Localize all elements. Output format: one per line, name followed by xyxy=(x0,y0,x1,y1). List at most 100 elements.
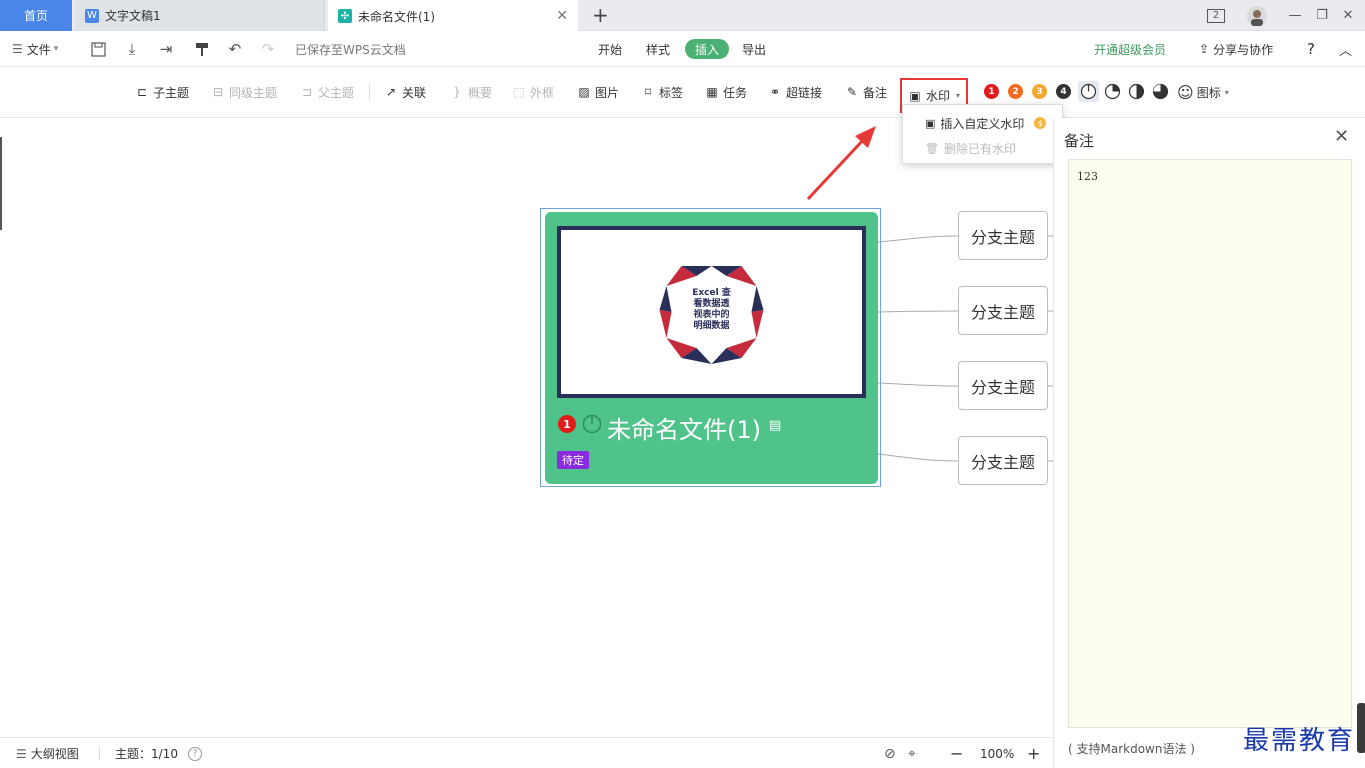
hyperlink-button[interactable]: ⚭ 超链接 xyxy=(768,81,822,103)
help-icon[interactable]: ? xyxy=(1307,31,1315,67)
note-button[interactable]: ✎ 备注 xyxy=(845,81,887,103)
tab-mindmap-label: 未命名文件(1) xyxy=(358,9,435,24)
menu-export[interactable]: 导出 xyxy=(742,31,766,67)
tab-home-label: 首页 xyxy=(23,9,48,23)
restore-icon[interactable]: ❐ xyxy=(1312,0,1332,31)
zoom-in-button[interactable]: + xyxy=(1027,738,1040,768)
chevron-down-icon: ▾ xyxy=(53,44,59,54)
branch-topic[interactable]: 分支主题 xyxy=(958,436,1048,485)
label-button[interactable]: ⌑ 标签 xyxy=(641,81,683,103)
boundary-button[interactable]: ⬚ 外框 xyxy=(512,81,554,103)
image-caption-line: Excel 查 xyxy=(692,288,731,298)
root-topic-image[interactable]: Excel 查 看数据透 视表中的 明细数据 xyxy=(557,226,866,398)
bookmark-icon: ⌑ xyxy=(644,85,652,99)
menu-insert[interactable]: 插入 xyxy=(685,39,730,59)
outline-view-button[interactable]: ☰ 大纲视图 xyxy=(16,738,79,768)
progress-50-icon[interactable] xyxy=(1128,83,1145,100)
minimize-icon[interactable]: — xyxy=(1285,0,1305,31)
summary-button[interactable]: } 概要 xyxy=(450,81,492,103)
note-label: 备注 xyxy=(863,85,888,100)
priority-2-icon[interactable]: 2 xyxy=(1008,84,1023,99)
save-icon[interactable] xyxy=(88,31,108,67)
root-progress-icon[interactable] xyxy=(582,414,602,434)
note-indicator-icon[interactable]: ▤ xyxy=(769,418,781,433)
hide-eye-icon[interactable]: ⊘ xyxy=(884,738,896,768)
image-caption-line: 明细数据 xyxy=(693,321,730,331)
outline-view-label: 大纲视图 xyxy=(30,747,79,761)
zoom-out-button[interactable]: − xyxy=(950,738,963,768)
root-priority-badge[interactable]: 1 xyxy=(558,415,576,433)
download-icon[interactable]: ⤓ xyxy=(122,31,142,67)
trash-icon: 🗑 xyxy=(925,141,939,155)
locate-icon[interactable]: ⌖ xyxy=(908,738,916,768)
image-button[interactable]: ▨ 图片 xyxy=(577,81,619,103)
priority-3-icon[interactable]: 3 xyxy=(1032,84,1047,99)
progress-75-icon[interactable] xyxy=(1152,83,1169,100)
premium-coin-icon: $ xyxy=(1034,117,1047,129)
undo-icon[interactable]: ↶ xyxy=(225,31,245,67)
share-label: 分享与协作 xyxy=(1213,42,1274,57)
watermark-icon: ▣ xyxy=(925,116,936,130)
canvas-edge-marker xyxy=(0,137,2,230)
tab-writer-doc-label: 文字文稿1 xyxy=(105,9,161,23)
sub-topic-button[interactable]: ⊏ 子主题 xyxy=(135,81,189,103)
mindmap-doc-icon: ✣ xyxy=(338,9,352,23)
export-icon[interactable]: ⇥ xyxy=(156,31,176,67)
redo-icon[interactable]: ↷ xyxy=(258,31,278,67)
branch-topic[interactable]: 分支主题 xyxy=(958,361,1048,410)
root-topic-title[interactable]: 未命名文件(1) xyxy=(607,410,761,445)
icons-label: 图标 xyxy=(1196,85,1221,100)
notes-content: 123 xyxy=(1077,170,1098,183)
close-window-icon[interactable]: ✕ xyxy=(1338,0,1358,31)
save-status: 已保存至WPS云文档 xyxy=(295,42,406,57)
close-icon[interactable]: ✕ xyxy=(1334,126,1349,147)
collapse-ribbon-icon[interactable]: ︿ xyxy=(1339,31,1352,67)
boundary-icon: ⬚ xyxy=(513,85,525,99)
tab-writer-doc[interactable]: W 文字文稿1 xyxy=(75,0,325,31)
zoom-level[interactable]: 100% xyxy=(980,738,1014,768)
task-button[interactable]: ▦ 任务 xyxy=(705,81,747,103)
relation-button[interactable]: ↗ 关联 xyxy=(384,81,426,103)
parent-topic-button[interactable]: ⊐ 父主题 xyxy=(300,81,354,103)
sub-topic-label: 子主题 xyxy=(153,85,190,100)
priority-4-icon[interactable]: 4 xyxy=(1056,84,1071,99)
file-menu[interactable]: ☰ 文件 ▾ xyxy=(12,31,58,67)
avatar[interactable] xyxy=(1245,0,1269,31)
tab-mindmap[interactable]: ✣ 未命名文件(1) ✕ xyxy=(328,0,578,32)
mindmap-canvas[interactable] xyxy=(0,118,1053,737)
menu-style[interactable]: 样式 xyxy=(646,31,670,67)
hyperlink-label: 超链接 xyxy=(786,85,823,100)
task-label: 任务 xyxy=(723,85,748,100)
image-caption-line: 视表中的 xyxy=(693,310,730,320)
progress-25-icon[interactable] xyxy=(1104,83,1121,100)
icons-button[interactable]: ☺ 图标 ▾ xyxy=(1177,81,1229,103)
format-painter-icon[interactable] xyxy=(192,31,212,67)
toolbar-divider xyxy=(369,84,370,100)
branch-topic[interactable]: 分支主题 xyxy=(958,211,1048,260)
sibling-topic-button[interactable]: ⊟ 同级主题 xyxy=(211,81,277,103)
delete-watermark-label: 删除已有水印 xyxy=(943,141,1016,156)
help-circle-icon[interactable]: ? xyxy=(188,738,204,768)
branch-topic[interactable]: 分支主题 xyxy=(958,286,1048,335)
priority-1-icon[interactable]: 1 xyxy=(984,84,999,99)
share-button[interactable]: ⇪ 分享与协作 xyxy=(1199,31,1273,67)
label-label: 标签 xyxy=(659,85,684,100)
root-topic-tag[interactable]: 待定 xyxy=(557,451,589,469)
tab-close-icon[interactable]: ✕ xyxy=(556,8,568,24)
new-tab-button[interactable]: + xyxy=(592,3,609,27)
outline-icon: ☰ xyxy=(16,746,27,761)
window-switcher-button[interactable]: 2 xyxy=(1205,0,1227,31)
tab-home[interactable]: 首页 xyxy=(0,0,72,31)
window-count: 2 xyxy=(1207,8,1225,23)
delete-watermark-item[interactable]: 🗑 删除已有水印 xyxy=(925,138,1016,158)
watermark-icon: ▣ xyxy=(909,88,921,103)
panel-scroll-grip[interactable] xyxy=(1357,703,1365,753)
note-icon: ✎ xyxy=(846,85,858,99)
notes-textarea[interactable]: 123 xyxy=(1068,159,1352,728)
parent-topic-icon: ⊐ xyxy=(301,85,313,99)
vip-link[interactable]: 开通超级会员 xyxy=(1094,31,1166,67)
hamburger-icon: ☰ xyxy=(12,42,23,56)
insert-custom-watermark-item[interactable]: ▣ 插入自定义水印 $ xyxy=(925,113,1047,133)
menu-start[interactable]: 开始 xyxy=(598,31,622,67)
progress-0-icon[interactable] xyxy=(1078,81,1099,102)
